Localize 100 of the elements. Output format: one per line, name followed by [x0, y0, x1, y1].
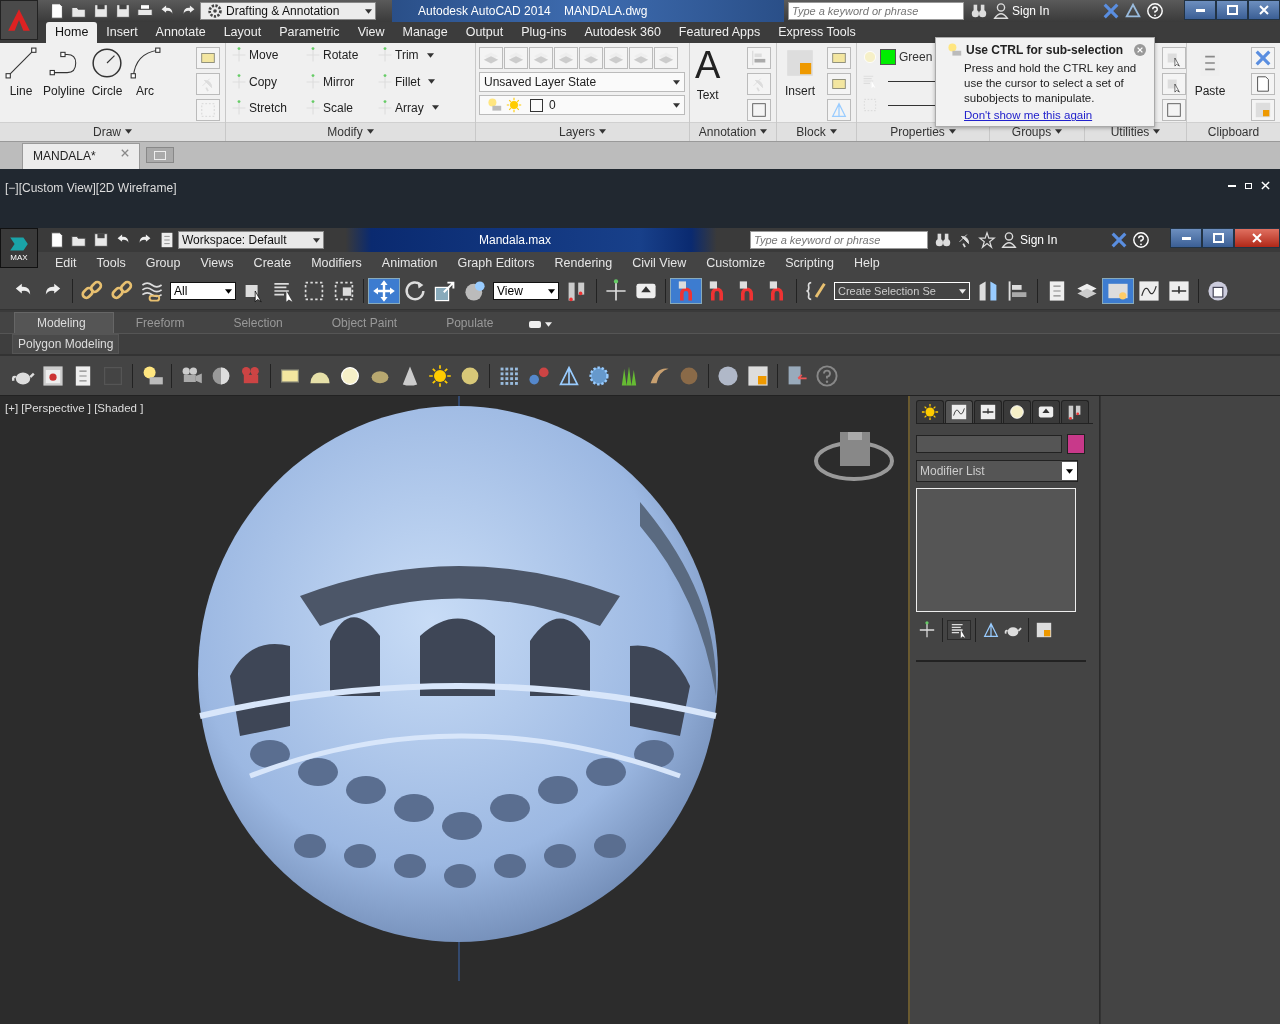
- exchange-x-icon[interactable]: [1102, 2, 1120, 20]
- ribbon-tab[interactable]: Parametric: [270, 22, 349, 44]
- new-file-icon[interactable]: [48, 2, 66, 20]
- menu-item[interactable]: Views: [190, 255, 244, 270]
- file-tab[interactable]: MANDALA*: [22, 143, 140, 170]
- modify-tool-button[interactable]: Mirror: [303, 71, 373, 92]
- star-icon[interactable]: [978, 231, 996, 250]
- ribbon-tab[interactable]: Modeling: [14, 312, 114, 334]
- curve-editor-icon[interactable]: [1137, 279, 1161, 304]
- ribbon-tab[interactable]: View: [348, 22, 394, 44]
- menu-item[interactable]: Group: [135, 255, 191, 270]
- minimize-button[interactable]: [1184, 0, 1216, 20]
- viewport-label[interactable]: [+] [Perspective ] [Shaded ]: [5, 402, 144, 415]
- panel-title[interactable]: Modify: [226, 121, 475, 141]
- modifier-list-dropdown[interactable]: Modifier List: [916, 460, 1078, 483]
- viewport-label[interactable]: [−][Custom View][2D Wireframe]: [5, 181, 177, 196]
- layer-state-dropdown[interactable]: Unsaved Layer State: [479, 72, 685, 93]
- selection-filter-dropdown[interactable]: All: [170, 282, 236, 301]
- panel-title[interactable]: Block: [777, 121, 856, 141]
- menu-item[interactable]: Graph Editors: [447, 255, 545, 270]
- draw-tool-button[interactable]: Polyline: [41, 47, 88, 99]
- ribbon-tab[interactable]: Populate: [424, 313, 521, 334]
- modify-tool-button[interactable]: Stretch: [229, 97, 301, 118]
- menu-item[interactable]: Scripting: [775, 255, 844, 270]
- reference-coordinate-dropdown[interactable]: View: [493, 282, 559, 301]
- new-tab-button[interactable]: [146, 147, 174, 164]
- menu-item[interactable]: Rendering: [544, 255, 623, 270]
- app-menu-button[interactable]: MAX: [0, 228, 38, 269]
- app-menu-button[interactable]: [0, 0, 38, 40]
- object-name-field[interactable]: [916, 435, 1062, 454]
- ribbon-tab[interactable]: Layout: [214, 22, 271, 44]
- menu-item[interactable]: Animation: [371, 255, 448, 270]
- drawing-viewport[interactable]: [−][Custom View][2D Wireframe]: [0, 169, 1280, 229]
- select-icon[interactable]: [1162, 73, 1186, 96]
- modifier-stack[interactable]: [916, 488, 1076, 613]
- save-as-icon[interactable]: [114, 2, 132, 20]
- block-edit-icon[interactable]: [827, 73, 851, 96]
- render-frame-icon[interactable]: [41, 363, 65, 388]
- block-icon[interactable]: [827, 47, 851, 70]
- panel-title[interactable]: Draw: [0, 121, 225, 141]
- help-icon[interactable]: [1132, 231, 1150, 250]
- menu-item[interactable]: Create: [243, 255, 302, 270]
- ribbon-tab[interactable]: Selection: [211, 313, 310, 334]
- exchange-x-icon[interactable]: [1110, 231, 1128, 250]
- ribbon-tab[interactable]: Express Tools: [769, 22, 865, 44]
- ribbon-tab[interactable]: Insert: [97, 22, 147, 44]
- schematic-icon[interactable]: [1167, 279, 1191, 304]
- person-icon[interactable]: [992, 2, 1010, 20]
- close-button[interactable]: [1248, 0, 1280, 20]
- draw-tool-button[interactable]: Line: [3, 47, 39, 99]
- menu-item[interactable]: Edit: [45, 255, 87, 270]
- modify-tool-button[interactable]: Copy: [229, 71, 301, 92]
- sphere-icon[interactable]: [716, 363, 740, 388]
- ribbon-tab[interactable]: Autodesk 360: [575, 22, 670, 44]
- menu-item[interactable]: Modifiers: [301, 255, 372, 270]
- draw-tool-button[interactable]: Arc: [127, 47, 164, 99]
- draw-tool-button[interactable]: Circle: [89, 47, 126, 99]
- ribbon-tab[interactable]: Manage: [393, 22, 457, 44]
- rectangle-icon[interactable]: [196, 47, 220, 70]
- insert-tool-button[interactable]: Insert: [780, 47, 820, 99]
- sign-in-button[interactable]: Sign In: [990, 2, 1100, 20]
- ribbon-tab[interactable]: Output: [456, 22, 513, 44]
- ribbon-tab[interactable]: Home: [46, 22, 98, 44]
- modify-tool-button[interactable]: Scale: [303, 97, 373, 118]
- restore-button[interactable]: [1216, 0, 1248, 20]
- text-tool-button[interactable]: A Text: [693, 47, 723, 103]
- triangle-icon[interactable]: [1124, 2, 1142, 20]
- modify-tool-button[interactable]: Trim: [375, 45, 455, 66]
- paste-button[interactable]: Paste: [1190, 47, 1230, 99]
- modify-tool-button[interactable]: Move: [229, 45, 301, 66]
- save-icon[interactable]: [92, 231, 110, 250]
- sign-in-button[interactable]: Sign In: [998, 231, 1108, 250]
- object-color-swatch[interactable]: [1067, 434, 1085, 455]
- color-wheel-icon[interactable]: [862, 49, 878, 66]
- workspace-dropdown[interactable]: Workspace: Default: [178, 231, 324, 250]
- sun-icon[interactable]: [428, 363, 452, 388]
- workspace-dropdown[interactable]: Drafting & Annotation: [200, 2, 376, 20]
- gear-icon[interactable]: [206, 2, 224, 20]
- material-editor-icon[interactable]: [746, 363, 770, 388]
- axis-icon[interactable]: [604, 279, 628, 304]
- menu-item[interactable]: Customize: [696, 255, 776, 270]
- search-field[interactable]: Type a keyword or phrase: [750, 231, 928, 250]
- ribbon-tab[interactable]: Annotate: [146, 22, 215, 44]
- quick-select-icon[interactable]: [1162, 47, 1186, 70]
- modify-tool-button[interactable]: Array: [375, 97, 455, 118]
- menu-item[interactable]: Civil View: [622, 255, 697, 270]
- binoculars-icon[interactable]: [970, 2, 988, 20]
- named-selection-dropdown[interactable]: Create Selection Se: [834, 282, 970, 301]
- panel-title[interactable]: Annotation: [690, 121, 776, 141]
- menu-item[interactable]: Help: [843, 255, 890, 270]
- modify-tool-button[interactable]: Fillet: [375, 71, 455, 92]
- person-icon[interactable]: [1000, 231, 1018, 250]
- bind-icon[interactable]: [140, 279, 164, 304]
- color-dropdown[interactable]: Green: [899, 50, 933, 65]
- perspective-viewport[interactable]: [+] [Perspective ] [Shaded ]: [0, 396, 910, 1024]
- placement-icon[interactable]: [463, 279, 487, 304]
- menu-item[interactable]: Tools: [86, 255, 136, 270]
- ribbon-tab[interactable]: Plug-ins: [512, 22, 576, 44]
- restore-button[interactable]: [1202, 228, 1234, 249]
- new-file-icon[interactable]: [48, 231, 66, 250]
